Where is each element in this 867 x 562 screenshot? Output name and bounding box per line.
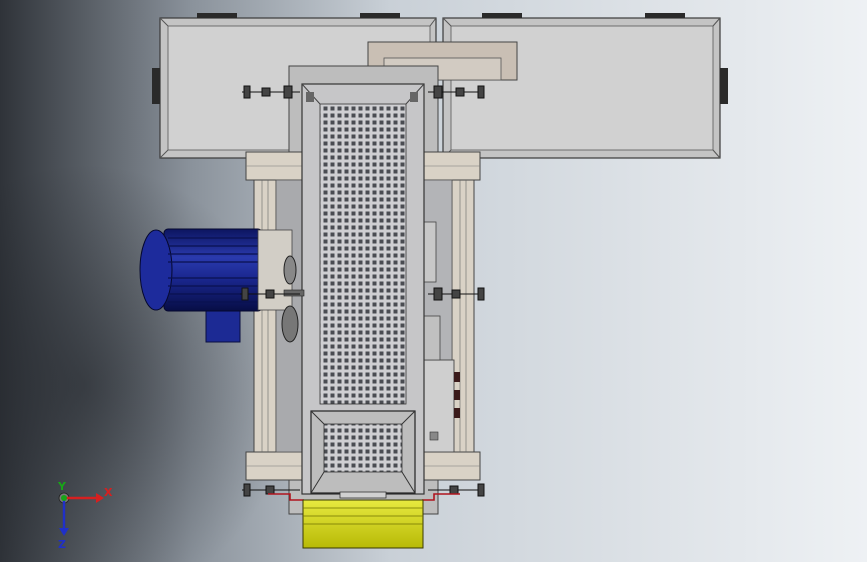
- screen-outlet-tray[interactable]: [310, 410, 416, 499]
- discharge-chute[interactable]: [302, 499, 424, 549]
- right-bracket: [423, 315, 441, 361]
- right-hopper-box[interactable]: [442, 13, 728, 159]
- 3d-model-viewport[interactable]: X Y Z: [0, 0, 867, 562]
- drive-shaft: [283, 289, 305, 297]
- y-axis-marker: [61, 495, 67, 501]
- left-support-column: [253, 179, 277, 453]
- z-axis-label: Z: [58, 538, 66, 551]
- x-axis-label: X: [104, 486, 113, 499]
- y-axis-label: Y: [57, 480, 67, 493]
- right-bracket: [423, 221, 437, 283]
